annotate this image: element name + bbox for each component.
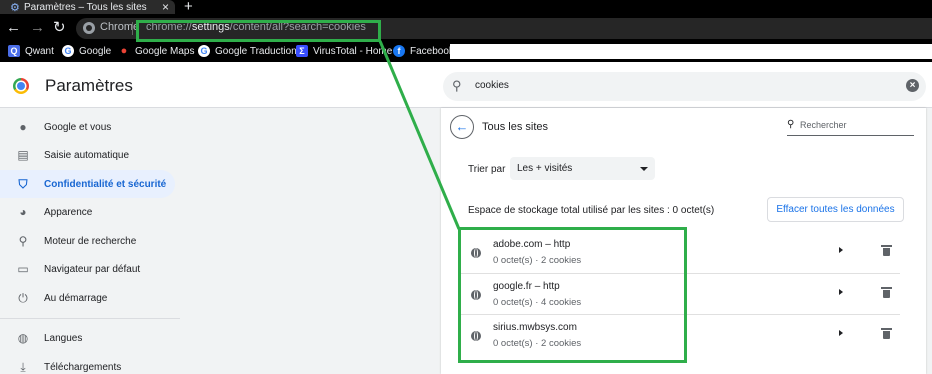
back-arrow-icon[interactable]: ← (6, 20, 21, 36)
browser-icon: ▭ (17, 262, 29, 276)
back-button[interactable]: ← (450, 115, 474, 139)
page-title: Paramètres (45, 76, 133, 95)
bookmark-label: Google (79, 45, 112, 57)
sidebar-item-label: Confidentialité et sécurité (44, 178, 167, 190)
bookmark-label: Facebook (410, 45, 454, 57)
bookmarks-bar: Q Qwant G Google ● Google Maps G Google … (0, 42, 932, 62)
google-maps-icon: ● (120, 45, 128, 57)
sidebar-item-au-demarrage[interactable]: ⏻ Au démarrage (0, 284, 175, 312)
google-translate-icon: G (198, 45, 210, 57)
sidebar-item-apparence[interactable]: ◕ Apparence (0, 198, 175, 226)
sidebar-divider (0, 318, 180, 319)
redacted-bookmarks-area (450, 44, 932, 59)
clear-all-data-button[interactable]: Effacer toutes les données (767, 197, 904, 222)
sidebar-item-label: Navigateur par défaut (44, 263, 141, 275)
search-icon: ⚲ (18, 234, 28, 248)
annotation-sites-box (458, 227, 687, 363)
settings-sidebar: ● Google et vous ▤ Saisie automatique ⛉ … (0, 110, 180, 374)
sidebar-item-label: Apparence (44, 206, 93, 218)
sidebar-item-confidentialite[interactable]: ⛉ Confidentialité et sécurité (0, 170, 175, 198)
chevron-right-icon[interactable] (839, 330, 843, 336)
palette-icon: ◕ (19, 205, 27, 219)
trash-icon[interactable] (881, 245, 892, 256)
trash-icon[interactable] (881, 286, 892, 298)
tab-title: Paramètres – Tous les sites (24, 1, 147, 13)
omnibox-chrome-label: Chrome (100, 21, 140, 33)
bookmark-google-traduction[interactable]: G Google Traduction (198, 45, 297, 57)
chevron-right-icon[interactable] (839, 288, 843, 295)
sort-selected-value: Les + visités (517, 163, 573, 174)
bookmark-google-maps[interactable]: ● Google Maps (118, 45, 195, 57)
sidebar-item-label: Langues (44, 332, 83, 344)
chevron-right-icon[interactable] (839, 247, 843, 253)
shield-icon: ⛉ (18, 176, 28, 191)
sidebar-item-label: Saisie automatique (44, 149, 130, 161)
bookmark-facebook[interactable]: f Facebook (393, 45, 454, 57)
tab-close-icon[interactable]: × (162, 0, 169, 14)
person-icon: ● (19, 120, 27, 134)
settings-search-input[interactable]: ⚲ cookies × (443, 72, 926, 101)
virustotal-icon: Σ (296, 45, 308, 57)
sort-label: Trier par (468, 164, 506, 175)
sidebar-item-label: Téléchargements (44, 361, 122, 373)
arrow-left-icon: ← (455, 119, 469, 134)
sidebar-item-navigateur-par-defaut[interactable]: ▭ Navigateur par défaut (0, 255, 175, 283)
browser-tab[interactable]: ⚙ Paramètres – Tous les sites × (0, 0, 175, 14)
clear-search-icon[interactable]: × (906, 79, 919, 92)
search-icon: ⚲ (452, 78, 462, 93)
search-value: cookies (475, 80, 509, 91)
trash-icon[interactable] (881, 328, 892, 339)
site-search-input[interactable]: ⚲ Rechercher (787, 119, 914, 136)
sort-select[interactable]: Les + visités (510, 157, 655, 180)
bookmark-google[interactable]: G Google (62, 45, 111, 57)
chrome-logo-icon (13, 78, 29, 94)
sidebar-item-moteur-de-recherche[interactable]: ⚲ Moteur de recherche (0, 227, 175, 255)
bookmark-qwant[interactable]: Q Qwant (8, 45, 54, 57)
google-icon: G (62, 45, 74, 57)
panel-title: Tous les sites (482, 121, 549, 133)
search-icon: ⚲ (787, 119, 795, 130)
sidebar-item-label: Moteur de recherche (44, 235, 137, 247)
sidebar-item-label: Google et vous (44, 121, 112, 133)
sidebar-item-saisie-automatique[interactable]: ▤ Saisie automatique (0, 141, 175, 169)
caret-down-icon (640, 167, 648, 171)
annotation-url-box (136, 20, 381, 42)
settings-header: Paramètres ⚲ cookies × (0, 62, 932, 108)
bookmark-label: VirusTotal - Home (313, 45, 393, 57)
sidebar-item-telechargements[interactable]: ⤓ Téléchargements (0, 353, 175, 374)
download-icon: ⤓ (20, 359, 26, 374)
tab-strip: ⚙ Paramètres – Tous les sites × + (0, 0, 932, 15)
clipboard-icon: ▤ (17, 148, 29, 162)
bookmark-label: Qwant (25, 45, 54, 57)
bookmark-label: Google Maps (135, 45, 195, 57)
gear-icon: ⚙ (10, 1, 20, 14)
sidebar-item-label: Au démarrage (44, 292, 108, 304)
bookmark-virustotal[interactable]: Σ VirusTotal - Home (296, 45, 392, 57)
facebook-icon: f (393, 45, 405, 57)
omnibox-separator (132, 22, 133, 35)
sidebar-item-google-et-vous[interactable]: ● Google et vous (0, 113, 175, 141)
storage-summary: Espace de stockage total utilisé par les… (468, 205, 715, 216)
sidebar-item-langues[interactable]: ◍ Langues (0, 324, 175, 352)
chrome-site-icon[interactable] (83, 22, 95, 34)
reload-icon[interactable]: ↻ (53, 20, 66, 36)
bookmark-label: Google Traduction (215, 45, 297, 57)
qwant-icon: Q (8, 45, 20, 57)
new-tab-button[interactable]: + (184, 0, 193, 15)
globe-icon: ◍ (17, 331, 29, 345)
forward-arrow-icon[interactable]: → (30, 20, 45, 36)
site-search-placeholder: Rechercher (800, 120, 847, 130)
power-icon: ⏻ (18, 290, 28, 305)
